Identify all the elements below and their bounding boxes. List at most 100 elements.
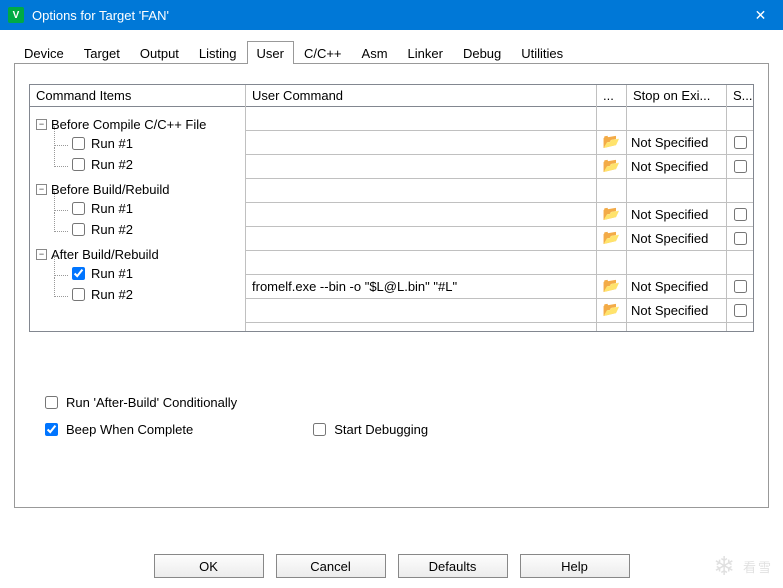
tab-utilities[interactable]: Utilities: [511, 42, 573, 63]
option-beep[interactable]: Beep When Complete: [45, 422, 193, 437]
conditional-label: Run 'After-Build' Conditionally: [66, 395, 237, 410]
spawn-cell[interactable]: [727, 299, 753, 323]
group-before-compile[interactable]: − Before Compile C/C++ File: [36, 117, 245, 132]
stop-cell[interactable]: Not Specified: [627, 155, 726, 179]
browse-cell: [597, 251, 626, 275]
run-item[interactable]: Run #2: [72, 220, 245, 241]
browse-cell[interactable]: [597, 227, 626, 251]
spawn-checkbox[interactable]: [734, 136, 747, 149]
cmd-cell[interactable]: fromelf.exe --bin -o "$L@L.bin" "#L": [246, 275, 596, 299]
tab-listing[interactable]: Listing: [189, 42, 247, 63]
run-item[interactable]: Run #2: [72, 155, 245, 176]
spawn-checkbox[interactable]: [734, 160, 747, 173]
run-label: Run #1: [91, 266, 133, 281]
folder-icon: [603, 279, 621, 295]
run-label: Run #2: [91, 287, 133, 302]
collapse-icon[interactable]: −: [36, 249, 47, 260]
run-item[interactable]: Run #1: [72, 199, 245, 220]
run-checkbox[interactable]: [72, 202, 85, 215]
stop-cell: [627, 179, 726, 203]
command-grid: Command Items − Before Compile C/C++ Fil…: [29, 84, 754, 332]
spawn-checkbox[interactable]: [734, 232, 747, 245]
spawn-cell: [727, 107, 753, 131]
stop-cell[interactable]: Not Specified: [627, 299, 726, 323]
run-item[interactable]: Run #2: [72, 285, 245, 306]
run-item[interactable]: Run #1: [72, 264, 245, 285]
option-debug[interactable]: Start Debugging: [313, 422, 428, 437]
stop-cell[interactable]: Not Specified: [627, 203, 726, 227]
col-header-tree: Command Items: [30, 85, 245, 107]
run-checkbox[interactable]: [72, 288, 85, 301]
window-title: Options for Target 'FAN': [32, 8, 738, 23]
group-before-build[interactable]: − Before Build/Rebuild: [36, 182, 245, 197]
col-header-browse: ...: [597, 85, 626, 107]
folder-icon: [603, 159, 621, 175]
close-button[interactable]: ✕: [738, 0, 783, 30]
ok-button[interactable]: OK: [154, 554, 264, 578]
app-icon: V: [8, 7, 24, 23]
option-conditional[interactable]: Run 'After-Build' Conditionally: [45, 395, 428, 410]
stop-cell: [627, 107, 726, 131]
run-checkbox[interactable]: [72, 223, 85, 236]
defaults-button[interactable]: Defaults: [398, 554, 508, 578]
run-label: Run #2: [91, 222, 133, 237]
col-header-stop: Stop on Exi...: [627, 85, 726, 107]
group-label: Before Build/Rebuild: [51, 182, 170, 197]
folder-icon: [603, 231, 621, 247]
cmd-cell[interactable]: [246, 131, 596, 155]
spawn-cell: [727, 179, 753, 203]
browse-cell[interactable]: [597, 131, 626, 155]
tab-output[interactable]: Output: [130, 42, 189, 63]
tab-ccpp[interactable]: C/C++: [294, 42, 352, 63]
browse-cell[interactable]: [597, 275, 626, 299]
cmd-cell[interactable]: [246, 227, 596, 251]
stop-cell[interactable]: Not Specified: [627, 227, 726, 251]
run-item[interactable]: Run #1: [72, 134, 245, 155]
group-label: Before Compile C/C++ File: [51, 117, 206, 132]
conditional-checkbox[interactable]: [45, 396, 58, 409]
cmd-cell[interactable]: [246, 155, 596, 179]
spawn-checkbox[interactable]: [734, 208, 747, 221]
browse-cell[interactable]: [597, 299, 626, 323]
titlebar: V Options for Target 'FAN' ✕: [0, 0, 783, 30]
tab-target[interactable]: Target: [74, 42, 130, 63]
run-label: Run #1: [91, 136, 133, 151]
tab-asm[interactable]: Asm: [352, 42, 398, 63]
collapse-icon[interactable]: −: [36, 184, 47, 195]
tab-panel-user: Command Items − Before Compile C/C++ Fil…: [14, 64, 769, 508]
run-checkbox[interactable]: [72, 267, 85, 280]
help-button[interactable]: Help: [520, 554, 630, 578]
run-checkbox[interactable]: [72, 158, 85, 171]
debug-checkbox[interactable]: [313, 423, 326, 436]
cmd-cell[interactable]: [246, 251, 596, 275]
stop-cell[interactable]: Not Specified: [627, 131, 726, 155]
spawn-checkbox[interactable]: [734, 280, 747, 293]
spawn-cell[interactable]: [727, 131, 753, 155]
browse-cell[interactable]: [597, 203, 626, 227]
run-checkbox[interactable]: [72, 137, 85, 150]
collapse-icon[interactable]: −: [36, 119, 47, 130]
spawn-cell[interactable]: [727, 155, 753, 179]
tabstrip: Device Target Output Listing User C/C++ …: [14, 42, 769, 64]
spawn-cell: [727, 251, 753, 275]
cancel-button[interactable]: Cancel: [276, 554, 386, 578]
group-after-build[interactable]: − After Build/Rebuild: [36, 247, 245, 262]
spawn-cell[interactable]: [727, 275, 753, 299]
cmd-cell[interactable]: [246, 179, 596, 203]
browse-cell[interactable]: [597, 155, 626, 179]
tab-debug[interactable]: Debug: [453, 42, 511, 63]
debug-label: Start Debugging: [334, 422, 428, 437]
spawn-cell[interactable]: [727, 203, 753, 227]
tab-user[interactable]: User: [247, 41, 294, 64]
spawn-cell[interactable]: [727, 227, 753, 251]
cmd-cell[interactable]: [246, 203, 596, 227]
tab-device[interactable]: Device: [14, 42, 74, 63]
spawn-checkbox[interactable]: [734, 304, 747, 317]
cmd-cell[interactable]: [246, 107, 596, 131]
stop-cell[interactable]: Not Specified: [627, 275, 726, 299]
tab-linker[interactable]: Linker: [398, 42, 453, 63]
folder-icon: [603, 303, 621, 319]
run-label: Run #2: [91, 157, 133, 172]
cmd-cell[interactable]: [246, 299, 596, 323]
beep-checkbox[interactable]: [45, 423, 58, 436]
